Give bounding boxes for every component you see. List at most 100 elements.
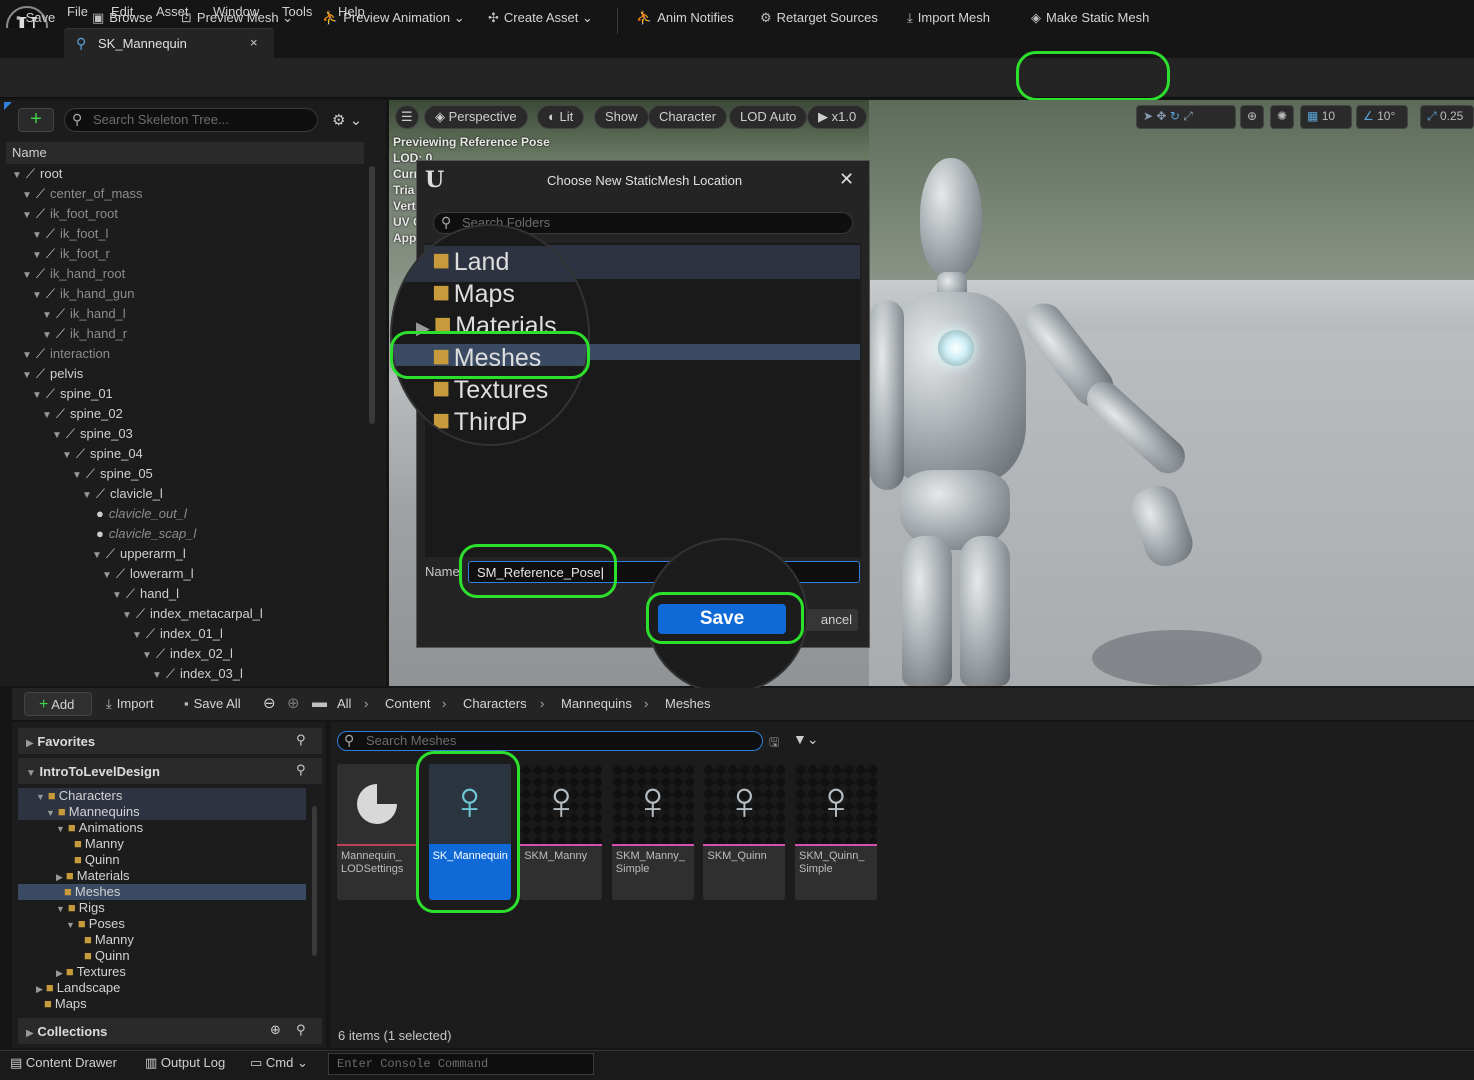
show-button[interactable]: Show bbox=[594, 105, 649, 129]
folder-thirdparty[interactable]: ■ ThirdP bbox=[432, 404, 527, 438]
expand-arrow-icon[interactable]: ▶ bbox=[56, 968, 63, 978]
bone-row[interactable]: ● clavicle_out_l bbox=[92, 506, 187, 526]
rotation-snap-button[interactable]: ∠ 10° bbox=[1356, 105, 1408, 129]
bone-row[interactable]: ▼ ⟋ spine_05 bbox=[72, 466, 153, 486]
bone-row[interactable]: ▼ ⟋ ik_foot_root bbox=[22, 206, 118, 226]
favorites-header[interactable]: ▶ Favorites ⚲ bbox=[18, 728, 322, 754]
lod-button[interactable]: LOD Auto bbox=[729, 105, 808, 129]
settings-gear-icon[interactable]: ⚙ ⌄ bbox=[332, 111, 362, 129]
bone-row[interactable]: ▼ ⟋ index_02_l bbox=[142, 646, 233, 666]
expand-arrow-icon[interactable]: ▼ bbox=[152, 670, 162, 681]
expand-arrow-icon[interactable]: ▼ bbox=[112, 590, 122, 601]
bone-row[interactable]: ▼ ⟋ index_metacarpal_l bbox=[122, 606, 263, 626]
skeleton-search-input[interactable]: Search Skeleton Tree... bbox=[64, 108, 318, 132]
expand-arrow-icon[interactable]: ▼ bbox=[42, 310, 52, 321]
expand-arrow-icon[interactable] bbox=[76, 936, 81, 946]
expand-arrow-icon[interactable]: ▼ bbox=[32, 290, 42, 301]
bone-row[interactable]: ▼ ⟋ interaction bbox=[22, 346, 110, 366]
bone-row[interactable]: ▼ ⟋ lowerarm_l bbox=[102, 566, 194, 586]
bone-row[interactable]: ▼ ⟋ spine_01 bbox=[32, 386, 113, 406]
bone-row[interactable]: ▼ ⟋ upperarm_l bbox=[92, 546, 186, 566]
expand-arrow-icon[interactable]: ▼ bbox=[46, 808, 55, 818]
expand-arrow-icon[interactable]: ▼ bbox=[122, 610, 132, 621]
preview-mesh-dropdown[interactable]: ⊡ Preview Mesh ⌄ bbox=[181, 10, 293, 26]
expand-arrow-icon[interactable]: ▼ bbox=[32, 390, 42, 401]
bone-row[interactable]: ▼ ⟋ ik_foot_l bbox=[32, 226, 108, 246]
expand-arrow-icon[interactable]: ▼ bbox=[22, 210, 32, 221]
console-input[interactable]: Enter Console Command bbox=[328, 1053, 594, 1075]
breadcrumb-mannequins[interactable]: Mannequins bbox=[561, 696, 632, 711]
expand-arrow-icon[interactable] bbox=[66, 856, 71, 866]
bone-row[interactable]: ▼ ⟋ ik_hand_root bbox=[22, 266, 125, 286]
output-log-button[interactable]: ▥ Output Log bbox=[145, 1055, 225, 1075]
folder-maps[interactable]: ■ Maps bbox=[432, 276, 515, 310]
asset-tile[interactable]: ♀ SKM_Manny_ Simple bbox=[611, 764, 694, 900]
folder-tree-item[interactable]: ■ Quinn bbox=[18, 852, 306, 868]
folder-tree-item[interactable]: ■ Meshes bbox=[18, 884, 306, 900]
project-header[interactable]: ▼ IntroToLevelDesign ⚲ bbox=[18, 758, 322, 784]
close-tab-icon[interactable]: × bbox=[250, 35, 258, 50]
import-mesh-button[interactable]: ⤓ Import Mesh bbox=[907, 10, 990, 26]
expand-arrow-icon[interactable]: ▼ bbox=[36, 792, 45, 802]
folder-tree-item[interactable]: ■ Manny bbox=[18, 932, 306, 948]
folder-tree-item[interactable]: ■ Quinn bbox=[18, 948, 306, 964]
scale-snap-button[interactable]: ⤢ 0.25 bbox=[1420, 105, 1474, 129]
breadcrumb-meshes[interactable]: Meshes bbox=[665, 696, 711, 711]
bone-row[interactable]: ▼ ⟋ pelvis bbox=[22, 366, 83, 386]
cmd-dropdown[interactable]: ▭ Cmd ⌄ bbox=[250, 1055, 308, 1075]
create-asset-dropdown[interactable]: ✣ Create Asset ⌄ bbox=[488, 10, 593, 26]
retarget-sources-button[interactable]: ⚙ Retarget Sources bbox=[760, 10, 878, 26]
history-back-icon[interactable]: ⊖ bbox=[263, 694, 276, 712]
anim-notifies-button[interactable]: ⛹ Anim Notifies bbox=[636, 10, 734, 26]
expand-arrow-icon[interactable]: ▼ bbox=[82, 490, 92, 501]
bone-row[interactable]: ▼ ⟋ spine_03 bbox=[52, 426, 133, 446]
folder-tree-item[interactable]: ▼ ■ Mannequins bbox=[18, 804, 306, 820]
folder-tree-item[interactable]: ▶ ■ Materials bbox=[18, 868, 306, 884]
add-collection-icon[interactable]: ⊕ bbox=[270, 1022, 281, 1038]
expand-arrow-icon[interactable]: ▼ bbox=[12, 170, 22, 181]
expand-arrow-icon[interactable] bbox=[76, 952, 81, 962]
bone-row[interactable]: ▼ ⟋ spine_02 bbox=[42, 406, 123, 426]
asset-tile[interactable]: ♀ SKM_Manny bbox=[520, 764, 603, 900]
world-local-button[interactable]: ⊕ bbox=[1240, 105, 1265, 129]
expand-arrow-icon[interactable]: ▼ bbox=[22, 350, 32, 361]
folder-tree-item[interactable]: ▶ ■ Landscape bbox=[18, 980, 306, 996]
breadcrumb-characters[interactable]: Characters bbox=[463, 696, 527, 711]
save-all-button[interactable]: ▪ Save All bbox=[184, 696, 241, 711]
add-button[interactable]: + Add bbox=[24, 692, 92, 716]
breadcrumb-content[interactable]: Content bbox=[385, 696, 431, 711]
bone-row[interactable]: ▼ ⟋ ik_hand_l bbox=[42, 306, 126, 326]
expand-arrow-icon[interactable]: ▼ bbox=[132, 630, 142, 641]
history-forward-icon[interactable]: ⊕ bbox=[287, 694, 300, 712]
save-button[interactable]: ▪ Save bbox=[16, 10, 55, 25]
skeleton-scrollbar[interactable] bbox=[369, 166, 375, 424]
save-search-icon[interactable]: 🖫 bbox=[769, 733, 779, 754]
grid-snap-button[interactable]: ▦ 10 bbox=[1300, 105, 1352, 129]
character-button[interactable]: Character bbox=[648, 105, 728, 129]
browse-button[interactable]: ▣ Browse bbox=[92, 10, 153, 26]
folder-tree-item[interactable]: ■ Maps bbox=[18, 996, 306, 1012]
expand-arrow-icon[interactable]: ▼ bbox=[22, 190, 32, 201]
tab-sk-mannequin[interactable]: ⚲ SK_Mannequin × bbox=[64, 28, 274, 58]
asset-tile[interactable]: Mannequin_ LODSettings bbox=[337, 764, 419, 900]
search-icon[interactable]: ⚲ bbox=[296, 732, 306, 748]
expand-arrow-icon[interactable]: ▼ bbox=[66, 920, 75, 930]
asset-tile[interactable]: ♀ SKM_Quinn_ Simple bbox=[795, 764, 877, 900]
bone-row[interactable]: ▼ ⟋ index_01_l bbox=[132, 626, 223, 646]
breadcrumb-all[interactable]: All bbox=[337, 696, 351, 711]
expand-arrow-icon[interactable]: ▼ bbox=[42, 410, 52, 421]
preview-animation-dropdown[interactable]: ⛹ Preview Animation ⌄ bbox=[322, 10, 465, 26]
bone-row[interactable]: ▼ ⟋ root bbox=[12, 166, 62, 186]
expand-arrow-icon[interactable]: ▼ bbox=[142, 650, 152, 661]
playback-speed-button[interactable]: ▶ x1.0 bbox=[807, 105, 868, 129]
lit-button[interactable]: ◐ Lit bbox=[537, 105, 585, 129]
expand-arrow-icon[interactable]: ▼ bbox=[42, 330, 52, 341]
folder-tree-item[interactable]: ▼ ■ Poses bbox=[18, 916, 306, 932]
expand-arrow-icon[interactable]: ▼ bbox=[72, 470, 82, 481]
asset-search-input[interactable]: Search Meshes bbox=[337, 731, 763, 751]
bone-row[interactable]: ▼ ⟋ index_03_l bbox=[152, 666, 243, 684]
folder-tree-item[interactable]: ▼ ■ Characters bbox=[18, 788, 306, 804]
expand-arrow-icon[interactable]: ▼ bbox=[56, 904, 65, 914]
viewport-menu-button[interactable]: ☰ bbox=[395, 105, 419, 129]
folder-tree-item[interactable]: ▶ ■ Textures bbox=[18, 964, 306, 980]
